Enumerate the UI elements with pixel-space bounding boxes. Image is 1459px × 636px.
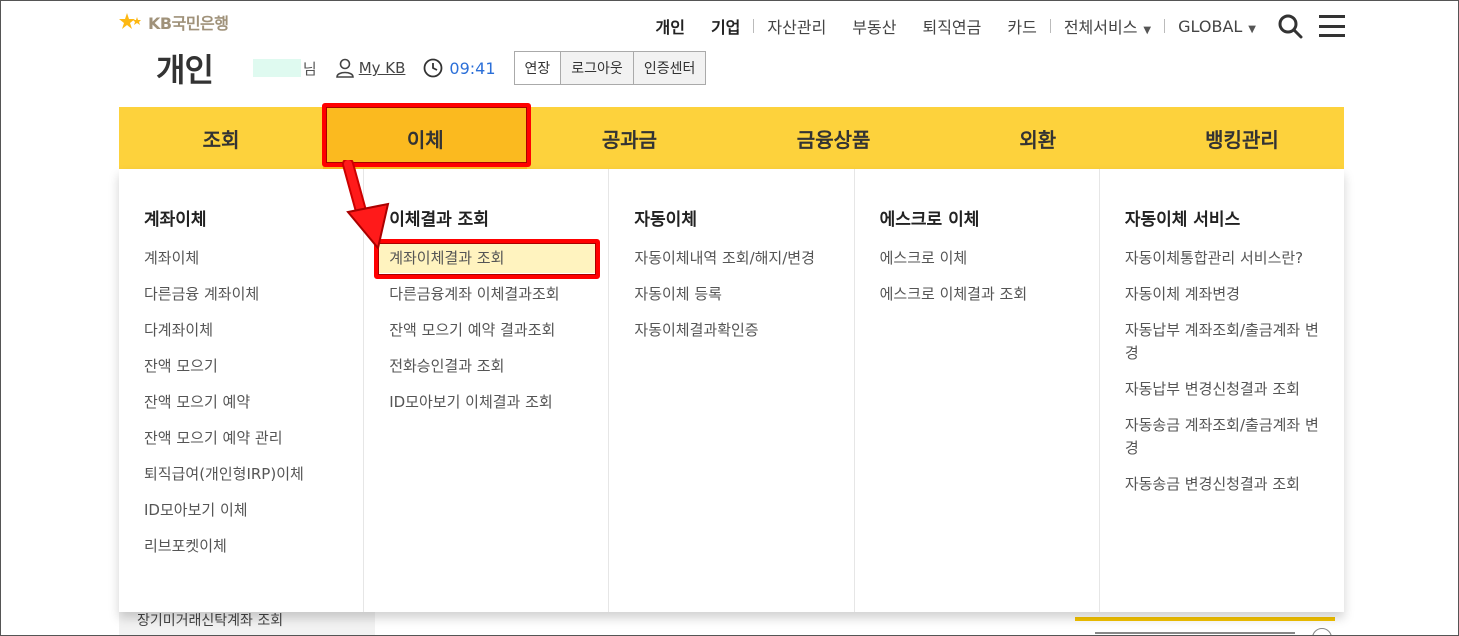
tab-utility-bills[interactable]: 공과금 [527,107,731,169]
menu-item[interactable]: 전화승인결과 조회 [389,355,608,378]
logo-text: KB국민은행 [148,14,229,33]
menu-item[interactable]: 자동이체 등록 [634,283,853,306]
topnav-global[interactable]: GLOBAL ▼ [1165,17,1269,36]
mykb-link[interactable]: My KB [335,58,406,78]
topnav-personal[interactable]: 개인 [643,14,698,38]
topnav-all-services[interactable]: 전체서비스 ▼ [1051,14,1164,38]
transfer-mega-menu: 계좌이체 계좌이체 다른금융 계좌이체 다계좌이체 잔액 모으기 잔액 모으기 … [119,169,1344,612]
menu-item[interactable]: 다계좌이체 [144,319,363,342]
tab-foreign-exchange[interactable]: 외환 [936,107,1140,169]
menu-column-escrow: 에스크로 이체 에스크로 이체 에스크로 이체결과 조회 [855,169,1100,612]
topnav-business[interactable]: 기업 [698,14,753,38]
menu-item[interactable]: 리브포켓이체 [144,535,363,558]
topnav-pension[interactable]: 퇴직연금 [909,14,994,38]
session-time: 09:41 [449,58,496,78]
background-accent-bar [1075,617,1335,621]
top-navigation: 개인 기업 자산관리 부동산 퇴직연금 카드 전체서비스 ▼ GLOBAL ▼ [643,13,1459,39]
menu-item[interactable]: 다른금융계좌 이체결과조회 [389,283,608,306]
background-text-partial [1095,628,1335,636]
caret-down-icon: ▼ [1143,25,1152,36]
menu-item[interactable]: 자동송금 변경신청결과 조회 [1125,473,1344,496]
annotation-box-account-transfer-result [374,239,600,279]
column-heading: 자동이체 서비스 [1124,210,1241,230]
menu-item[interactable]: 자동납부 변경신청결과 조회 [1125,378,1344,401]
menu-item[interactable]: ID모아보기 이체결과 조회 [389,391,608,414]
caret-down-icon: ▼ [1248,23,1256,35]
extend-session-button[interactable]: 연장 [514,52,562,84]
annotation-box-transfer-tab [322,103,531,167]
menu-item[interactable]: 퇴직급여(개인형IRP)이체 [144,463,363,486]
session-timer: 09:41 [423,58,496,78]
menu-item[interactable]: 에스크로 이체 [880,247,1099,270]
menu-item[interactable]: ID모아보기 이체 [144,499,363,522]
menu-item[interactable]: 자동이체내역 조회/해지/변경 [634,247,853,270]
user-name-masked [252,59,301,77]
hamburger-menu-icon[interactable] [1319,15,1345,37]
menu-column-transfer-results: 이체결과 조회 계좌이체결과 조회 다른금융계좌 이체결과조회 잔액 모으기 예… [364,169,610,612]
topnav-real-estate[interactable]: 부동산 [839,14,909,38]
tab-banking-management[interactable]: 뱅킹관리 [1140,107,1344,169]
menu-item[interactable]: 자동이체 계좌변경 [1125,283,1344,306]
menu-item[interactable]: 다른금융 계좌이체 [144,283,363,306]
page-title: 개인 [156,51,214,89]
menu-item[interactable]: 잔액 모으기 [144,355,363,378]
menu-item[interactable]: 자동이체결과확인증 [634,319,853,342]
main-navigation: 조회 이체 공과금 금융상품 외환 뱅킹관리 [119,107,1344,169]
menu-item[interactable]: 잔액 모으기 예약 관리 [144,427,363,450]
menu-item[interactable]: 자동납부 계좌조회/출금계좌 변경 [1125,319,1344,365]
mykb-label: My KB [358,59,406,77]
menu-column-auto-transfer: 자동이체 자동이체내역 조회/해지/변경 자동이체 등록 자동이체결과확인증 [609,169,855,612]
certificate-center-button[interactable]: 인증센터 [633,52,706,84]
tab-inquiry[interactable]: 조회 [119,107,323,169]
search-icon[interactable] [1277,13,1303,39]
logout-button[interactable]: 로그아웃 [561,52,634,84]
topnav-card[interactable]: 카드 [994,14,1049,38]
user-icon [335,58,354,78]
user-bar: 개인 님 My KB 09:41 연장 로그아웃 인증센터 [156,48,707,89]
menu-column-auto-transfer-service: 자동이체 서비스 자동이체통합관리 서비스란? 자동이체 계좌변경 자동납부 계… [1100,169,1344,612]
column-heading: 자동이체 [634,210,697,230]
clock-icon [424,58,443,78]
topnav-asset-management[interactable]: 자산관리 [754,14,839,38]
tab-financial-products[interactable]: 금융상품 [732,107,936,169]
kb-logo[interactable]: KB국민은행 [118,10,229,34]
annotation-arrow-icon [342,160,390,251]
menu-item[interactable]: 자동이체통합관리 서비스란? [1125,247,1344,270]
honorific: 님 [302,59,317,78]
column-heading: 에스크로 이체 [879,210,980,230]
kb-star-logo-icon [119,13,141,29]
menu-item[interactable]: 잔액 모으기 예약 [144,391,363,414]
global-label: GLOBAL [1178,16,1243,36]
menu-item[interactable]: 잔액 모으기 예약 결과조회 [389,319,608,342]
menu-item[interactable]: 에스크로 이체결과 조회 [880,283,1099,306]
all-services-label: 전체서비스 [1063,18,1138,37]
session-buttons: 연장 로그아웃 인증센터 [513,51,707,85]
menu-column-account-transfer: 계좌이체 계좌이체 다른금융 계좌이체 다계좌이체 잔액 모으기 잔액 모으기 … [119,169,365,612]
menu-item[interactable]: 자동송금 계좌조회/출금계좌 변경 [1125,414,1344,460]
column-heading: 이체결과 조회 [389,210,489,230]
